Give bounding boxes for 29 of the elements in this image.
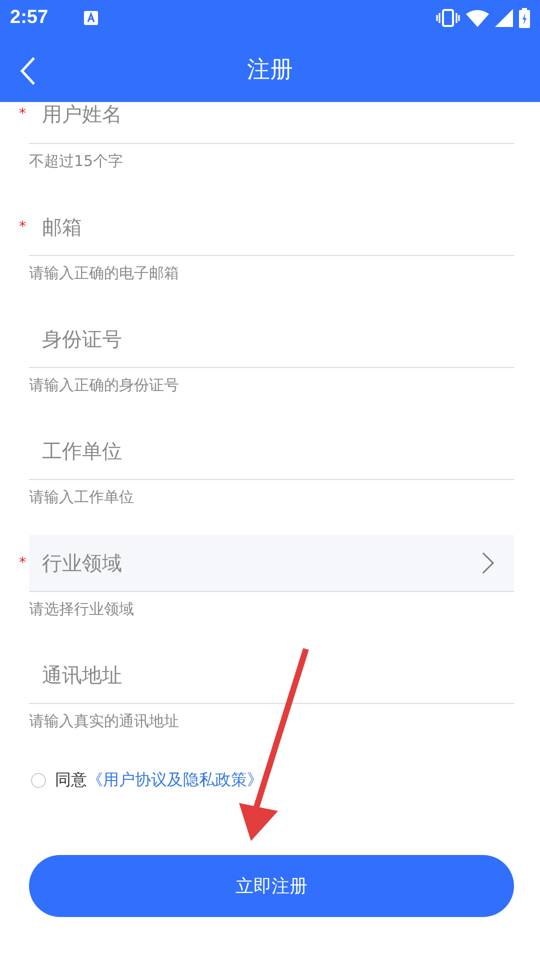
chevron-right-icon [482, 552, 494, 574]
field-hint: 请输入正确的身份证号 [29, 375, 180, 396]
back-button[interactable] [18, 55, 38, 87]
vibrate-icon [436, 9, 460, 27]
required-mark: * [19, 106, 26, 122]
battery-icon [519, 8, 530, 28]
input-field[interactable]: 通讯地址 [29, 647, 514, 703]
field-hint: 请选择行业领域 [29, 599, 135, 620]
input-field[interactable]: 用户姓名 [29, 102, 514, 126]
input-field[interactable]: 工作单位 [29, 423, 514, 479]
agree-label: 同意 [55, 770, 87, 790]
field-hint: 请输入真实的通讯地址 [29, 711, 180, 732]
wifi-icon [466, 10, 489, 26]
register-button[interactable]: 立即注册 [29, 855, 514, 917]
required-mark: * [19, 555, 26, 571]
agree-radio[interactable] [31, 772, 46, 788]
field-hint: 请输入工作单位 [29, 487, 135, 508]
keyboard-notification-icon [84, 11, 98, 25]
status-time: 2:57 [10, 7, 48, 29]
back-icon [20, 57, 36, 85]
input-field[interactable]: 身份证号 [29, 311, 514, 367]
required-mark: * [19, 219, 26, 235]
page-title: 注册 [247, 56, 293, 84]
select-field[interactable]: 行业领域 [29, 535, 514, 591]
terms-link[interactable]: 《用户协议及隐私政策》 [87, 770, 263, 790]
field-hint: 请输入正确的电子邮箱 [29, 263, 180, 284]
input-field[interactable]: 邮箱 [29, 199, 514, 255]
field-hint: 不超过15个字 [29, 151, 124, 172]
signal-icon [495, 9, 513, 27]
